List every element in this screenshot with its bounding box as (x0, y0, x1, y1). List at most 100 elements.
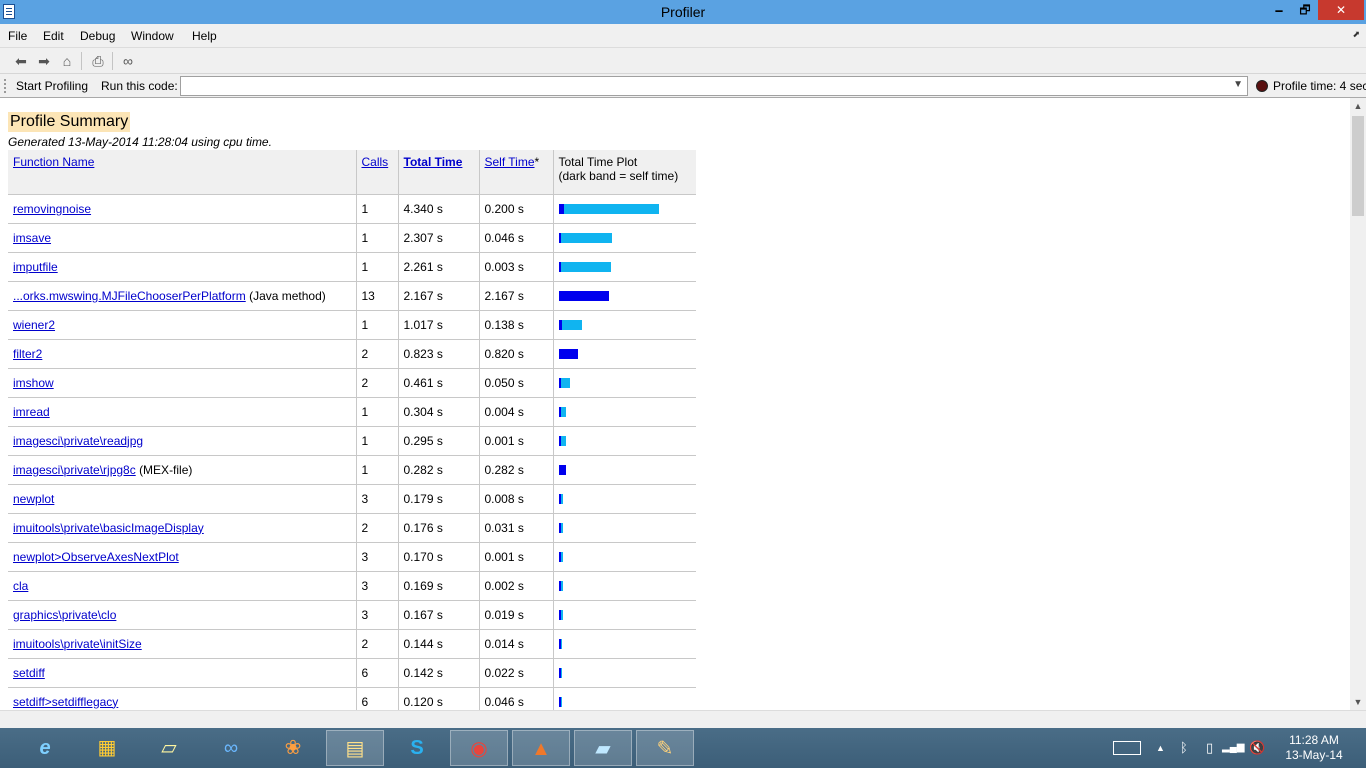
function-link[interactable]: imuitools\private\initSize (13, 637, 142, 651)
total-time-cell: 0.144 s (397, 629, 479, 659)
minimize-button[interactable]: 🗕 (1266, 0, 1292, 20)
function-link[interactable]: imsave (13, 231, 51, 245)
self-time-bar (558, 493, 561, 504)
time-plot-cell (552, 571, 696, 601)
profile-summary-panel: Profile Summary Generated 13-May-2014 11… (0, 98, 1350, 710)
self-time-bar (558, 203, 564, 214)
chrome-icon[interactable]: ◉ (450, 730, 508, 766)
total-time-bar (558, 232, 612, 243)
close-button[interactable]: ✕ (1318, 0, 1364, 20)
function-link[interactable]: imshow (13, 376, 54, 390)
function-link[interactable]: imread (13, 405, 50, 419)
scroll-down-icon[interactable]: ▼ (1350, 694, 1366, 710)
function-link[interactable]: imagesci\private\rjpg8c (13, 463, 136, 477)
calls-cell: 2 (355, 629, 398, 659)
matlab-icon[interactable]: ▲ (512, 730, 570, 766)
forward-arrow-icon[interactable]: ➡ (35, 52, 53, 70)
start-profiling-button[interactable]: Start Profiling (16, 79, 88, 93)
scroll-up-icon[interactable]: ▲ (1350, 98, 1366, 114)
function-name-cell: imuitools\private\basicImageDisplay (8, 513, 356, 543)
self-time-cell: 0.019 s (478, 600, 553, 630)
back-arrow-icon[interactable]: ⬅ (12, 52, 30, 70)
function-link[interactable]: setdiff>setdifflegacy (13, 695, 118, 709)
taskbar-clock[interactable]: 11:28 AM 13-May-14 (1276, 733, 1352, 763)
function-link[interactable]: wiener2 (13, 318, 55, 332)
vertical-scrollbar[interactable]: ▲ ▼ (1350, 98, 1366, 710)
sort-total-time-link[interactable]: Total Time (404, 155, 463, 169)
column-total-time: Total Time (397, 150, 479, 195)
function-type-note: (Java method) (249, 288, 326, 303)
function-link[interactable]: removingnoise (13, 202, 91, 216)
profile-time: Profile time: 4 sec (1273, 79, 1366, 93)
show-hidden-icons-icon[interactable]: ▲ (1156, 743, 1165, 753)
volume-muted-icon[interactable]: 🔇 (1249, 740, 1265, 756)
sort-calls-link[interactable]: Calls (362, 155, 389, 169)
internet-explorer-icon[interactable]: e (16, 730, 74, 766)
run-code-input[interactable]: ▼ (180, 76, 1248, 96)
total-time-cell: 0.282 s (397, 455, 479, 485)
calls-cell: 1 (355, 397, 398, 427)
menu-debug[interactable]: Debug (80, 29, 115, 43)
toolbar-grip[interactable] (4, 79, 6, 93)
function-link[interactable]: imuitools\private\basicImageDisplay (13, 521, 204, 535)
self-time-cell: 0.282 s (478, 455, 553, 485)
function-link[interactable]: imputfile (13, 260, 58, 274)
total-time-cell: 0.295 s (397, 426, 479, 456)
time-plot-bar (558, 696, 692, 707)
skype-icon[interactable]: S (388, 730, 446, 766)
sort-function-name-link[interactable]: Function Name (13, 155, 94, 169)
windows-flag-icon[interactable]: ▦ (78, 730, 136, 766)
notepad-icon[interactable]: ▰ (574, 730, 632, 766)
total-time-cell: 4.340 s (397, 194, 479, 224)
calls-cell: 3 (355, 571, 398, 601)
picasa-icon[interactable]: ❀ (264, 730, 322, 766)
print-icon[interactable]: ⎙ (89, 52, 107, 70)
self-time-cell: 0.022 s (478, 658, 553, 688)
total-time-cell: 0.120 s (397, 687, 479, 710)
chevron-down-icon[interactable]: ▼ (1233, 79, 1243, 90)
battery-icon[interactable]: ▯ (1206, 740, 1213, 756)
function-name-cell: newplot>ObserveAxesNextPlot (8, 542, 356, 572)
calls-cell: 2 (355, 368, 398, 398)
undock-icon[interactable]: ⬈ (1352, 29, 1360, 40)
time-plot-cell (552, 310, 696, 340)
infinity-app-icon[interactable]: ∞ (202, 730, 260, 766)
function-name-cell: imputfile (8, 252, 356, 282)
table-row: ...orks.mwswing.MJFileChooserPerPlatform… (8, 281, 696, 311)
maximize-button[interactable]: 🗗 (1292, 0, 1318, 20)
home-icon[interactable]: ⌂ (58, 52, 76, 70)
file-explorer-icon[interactable]: ▤ (326, 730, 384, 766)
function-link[interactable]: ...orks.mwswing.MJFileChooserPerPlatform (13, 289, 246, 303)
function-link[interactable]: cla (13, 579, 28, 593)
function-link[interactable]: filter2 (13, 347, 42, 361)
paint-icon[interactable]: ✎ (636, 730, 694, 766)
menu-file[interactable]: File (8, 29, 27, 43)
table-row: imuitools\private\basicImageDisplay 2 0.17… (8, 513, 696, 543)
touch-keyboard-icon[interactable] (1113, 741, 1141, 755)
page-title: Profile Summary (8, 112, 131, 132)
table-row: filter2 2 0.823 s 0.820 s (8, 339, 696, 369)
table-row: imread 1 0.304 s 0.004 s (8, 397, 696, 427)
total-time-cell: 0.167 s (397, 600, 479, 630)
find-binoculars-icon[interactable]: ∞ (119, 52, 137, 70)
function-link[interactable]: newplot>ObserveAxesNextPlot (13, 550, 179, 564)
function-link[interactable]: graphics\private\clo (13, 608, 116, 622)
function-link[interactable]: setdiff (13, 666, 45, 680)
bluetooth-icon[interactable]: ᛒ (1180, 740, 1188, 755)
sort-self-time-link[interactable]: Self Time (485, 155, 535, 169)
function-link[interactable]: newplot (13, 492, 54, 506)
scrollbar-thumb[interactable] (1352, 116, 1364, 216)
function-name-cell: setdiff>setdifflegacy (8, 687, 356, 710)
function-name-cell: imuitools\private\initSize (8, 629, 356, 659)
menu-help[interactable]: Help (192, 29, 217, 43)
table-row: imshow 2 0.461 s 0.050 s (8, 368, 696, 398)
menu-window[interactable]: Window (131, 29, 174, 43)
time-plot-cell (552, 513, 696, 543)
network-signal-icon[interactable]: ▂▄▆ (1222, 742, 1244, 753)
taskbar: e ▦ ▱ ∞ ❀ ▤ S ◉ ▲ ▰ ✎ ▲ ᛒ ▯ ▂▄▆ 🔇 11:28 … (0, 728, 1366, 768)
total-time-cell: 0.179 s (397, 484, 479, 514)
sticky-notes-icon[interactable]: ▱ (140, 730, 198, 766)
menu-edit[interactable]: Edit (43, 29, 64, 43)
function-link[interactable]: imagesci\private\readjpg (13, 434, 143, 448)
total-time-cell: 0.176 s (397, 513, 479, 543)
